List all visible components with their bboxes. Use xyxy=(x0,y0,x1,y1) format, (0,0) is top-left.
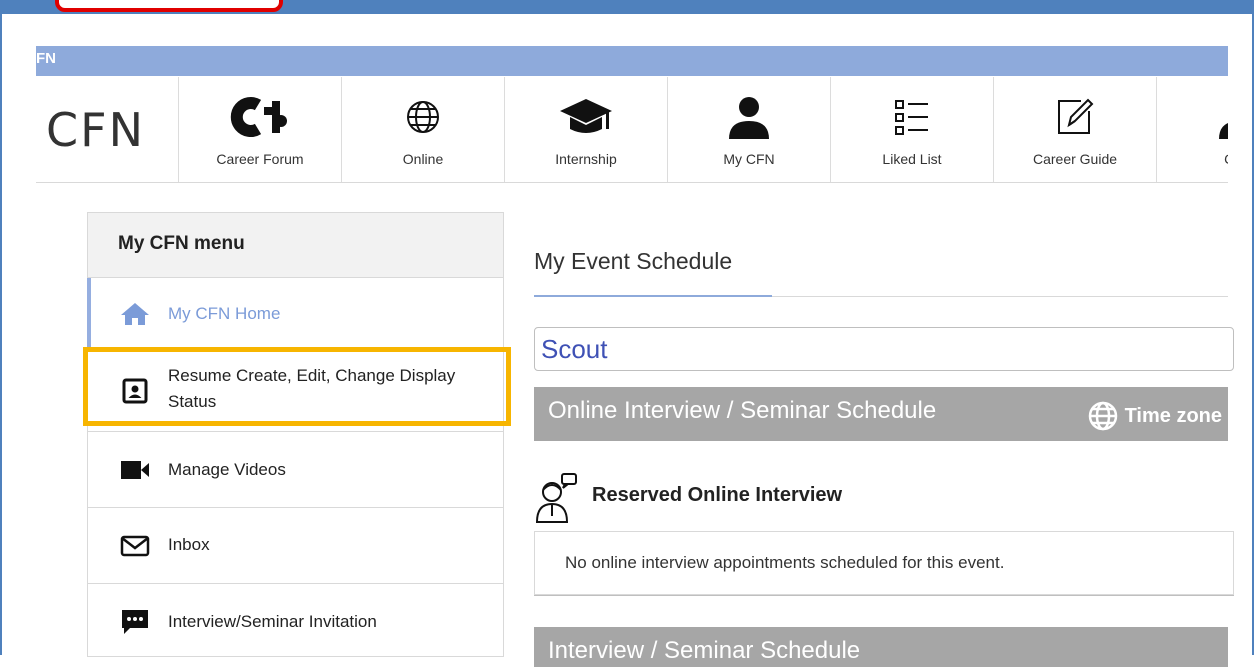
envelope-icon xyxy=(118,535,152,557)
video-camera-icon xyxy=(118,460,152,480)
active-indicator xyxy=(87,278,91,349)
nav-label: My CFN xyxy=(723,151,775,167)
no-appointments-text: No online interview appointments schedul… xyxy=(565,553,1005,572)
scout-label: Scout xyxy=(541,334,608,364)
time-zone-button[interactable]: Time zone xyxy=(1087,400,1222,432)
nav-label: Career Guide xyxy=(1032,151,1118,167)
pencil-note-icon xyxy=(994,95,1156,139)
nav-label: Liked List xyxy=(882,151,942,167)
interviewer-icon xyxy=(534,472,580,529)
time-zone-label: Time zone xyxy=(1124,404,1222,427)
menu-item-inbox[interactable]: Inbox xyxy=(88,508,503,584)
red-callout-annotation xyxy=(55,0,283,12)
chat-bubble-icon xyxy=(118,608,152,636)
nav-item-cfn[interactable]: CFN xyxy=(1157,77,1228,182)
nav-item-my-cfn[interactable]: My CFN xyxy=(668,77,831,182)
online-schedule-bar: Online Interview / Seminar Schedule Time… xyxy=(534,387,1228,441)
brand-text: CFN xyxy=(46,103,145,157)
interview-schedule-bar: Interview / Seminar Schedule xyxy=(534,627,1228,667)
resume-card-icon xyxy=(118,378,152,404)
person-icon xyxy=(1157,95,1228,139)
menu-item-label: Manage Videos xyxy=(168,460,286,479)
no-appointments-panel: No online interview appointments schedul… xyxy=(534,531,1234,595)
my-cfn-menu: My CFN menu My CFN Home Resume Create, E… xyxy=(87,212,504,657)
page-title: My Event Schedule xyxy=(534,248,733,274)
interview-schedule-title: Interview / Seminar Schedule xyxy=(548,637,861,664)
menu-item-interview-invitation[interactable]: Interview/Seminar Invitation xyxy=(88,584,503,660)
person-icon xyxy=(668,95,830,139)
nav-item-career-guide[interactable]: Career Guide xyxy=(994,77,1157,182)
menu-item-label: Interview/Seminar Invitation xyxy=(168,612,377,631)
menu-heading: My CFN menu xyxy=(88,213,503,278)
nav-label: Career Forum xyxy=(216,151,304,167)
menu-item-label: My CFN Home xyxy=(168,304,281,323)
reserved-interview-header: Reserved Online Interview xyxy=(534,468,1234,524)
nav-item-online[interactable]: Online xyxy=(342,77,505,182)
scout-header: Scout xyxy=(534,327,1234,371)
menu-item-my-cfn-home[interactable]: My CFN Home xyxy=(87,278,503,350)
graduation-cap-icon xyxy=(505,95,667,139)
home-icon xyxy=(118,302,152,326)
title-bar: FN xyxy=(36,46,1228,76)
nav-label: Internship xyxy=(555,151,617,167)
menu-item-manage-videos[interactable]: Manage Videos xyxy=(88,432,503,508)
title-accent-line xyxy=(534,295,772,297)
menu-item-label: Inbox xyxy=(168,535,210,554)
nav-item-internship[interactable]: Internship xyxy=(505,77,668,182)
window-frame-left xyxy=(0,0,2,655)
career-forum-logo-icon xyxy=(179,95,341,139)
list-icon xyxy=(831,95,993,139)
nav-label: CFN xyxy=(1157,151,1228,167)
globe-icon xyxy=(342,95,504,139)
nav-label: Online xyxy=(402,151,444,167)
brand-logo[interactable]: CFN xyxy=(36,77,179,182)
nav-item-career-forum[interactable]: Career Forum xyxy=(179,77,342,182)
title-bar-text: FN xyxy=(36,50,56,67)
online-schedule-title: Online Interview / Seminar Schedule xyxy=(548,397,937,424)
menu-item-resume[interactable]: Resume Create, Edit, Change Display Stat… xyxy=(88,350,503,432)
menu-item-label: Resume Create, Edit, Change Display Stat… xyxy=(168,366,456,411)
top-navigation: CFN Career Forum Online Internship My CF… xyxy=(36,77,1228,183)
globe-icon xyxy=(1087,400,1119,432)
reserved-interview-title: Reserved Online Interview xyxy=(592,484,843,506)
nav-item-liked-list[interactable]: Liked List xyxy=(831,77,994,182)
panel-divider xyxy=(534,595,1234,596)
